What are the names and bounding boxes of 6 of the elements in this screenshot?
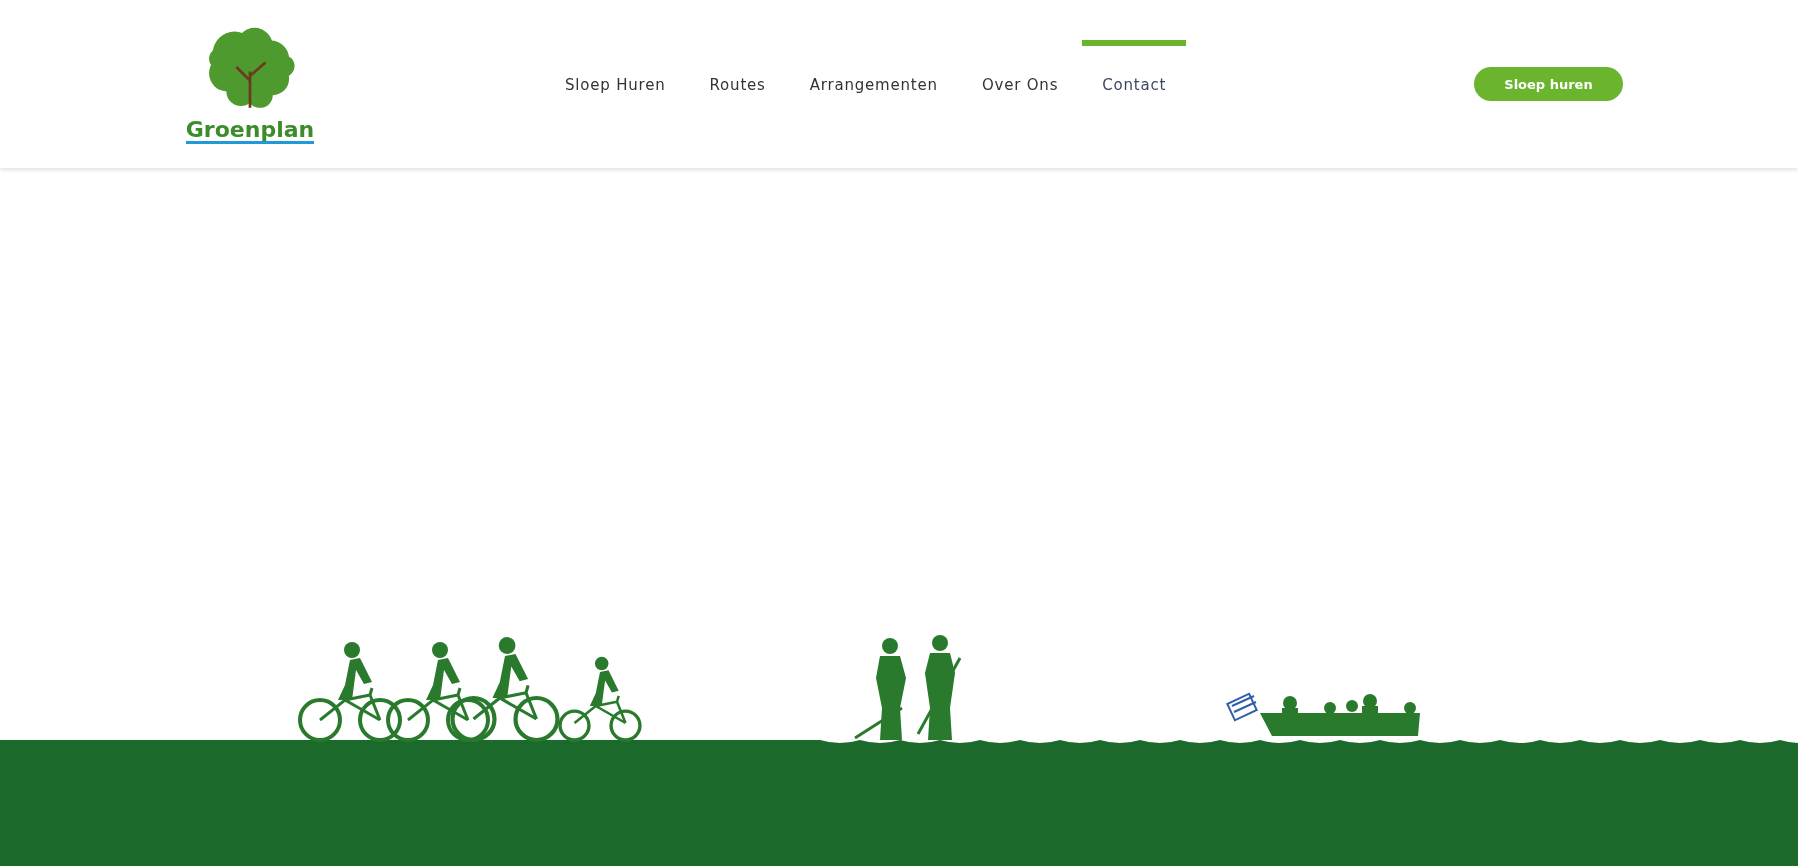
nav-link[interactable]: Routes	[689, 40, 786, 168]
nav-link[interactable]: Arrangementen	[789, 40, 958, 168]
nav-link[interactable]: Contact	[1082, 40, 1187, 168]
nav-link[interactable]: Sloep Huren	[545, 40, 686, 168]
nav-link[interactable]: Over Ons	[961, 40, 1079, 168]
logo-wordmark[interactable]: Groenplan	[185, 119, 315, 144]
